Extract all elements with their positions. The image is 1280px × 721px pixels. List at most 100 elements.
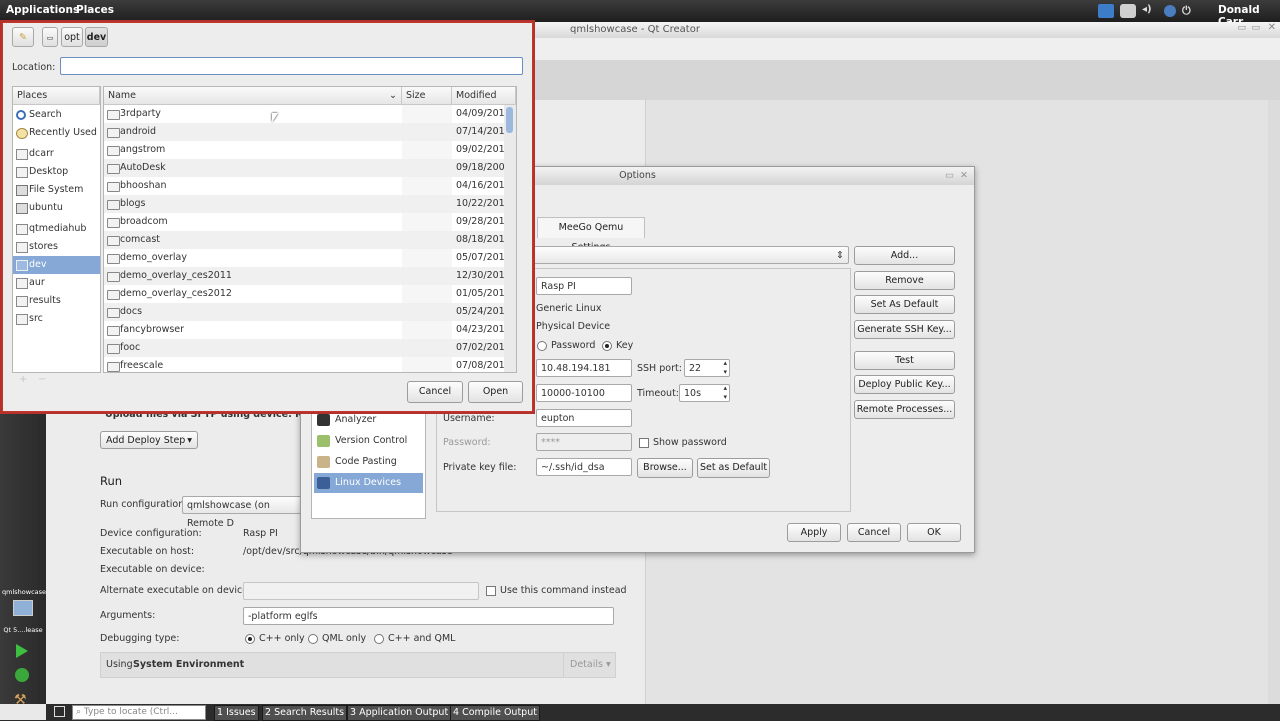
ok-button[interactable]: OK: [907, 523, 961, 542]
file-list-scrollbar[interactable]: [504, 105, 516, 372]
place-desktop[interactable]: Desktop: [13, 163, 100, 181]
edit-path-button[interactable]: ✎: [12, 27, 34, 47]
remove-device-button[interactable]: Remove: [854, 271, 955, 290]
password-field[interactable]: ****: [536, 433, 632, 451]
auth-key-radio[interactable]: Key: [602, 340, 633, 351]
place-dev[interactable]: dev: [13, 256, 100, 274]
browse-button[interactable]: Browse...: [637, 458, 693, 478]
host-field[interactable]: 10.48.194.181: [536, 359, 632, 377]
add-deploy-step-button[interactable]: Add Deploy Step ▾: [100, 431, 198, 449]
place-results[interactable]: results: [13, 292, 100, 310]
run-icon[interactable]: [16, 644, 28, 658]
close-icon[interactable]: ✕: [1268, 22, 1276, 33]
file-row[interactable]: freescale 07/08/2010: [104, 357, 516, 372]
toggle-sidebar-icon[interactable]: [54, 706, 65, 717]
file-row[interactable]: demo_overlay_ces2012 01/05/2012: [104, 285, 516, 303]
chat-icon[interactable]: [1120, 4, 1136, 18]
debug-both-radio[interactable]: C++ and QML: [374, 633, 455, 644]
scrollbar-thumb[interactable]: [506, 107, 513, 133]
applications-menu[interactable]: Applications: [6, 4, 79, 16]
private-key-field[interactable]: ~/.ssh/id_dsa: [536, 458, 632, 476]
location-input[interactable]: [60, 57, 523, 75]
path-button-opt[interactable]: opt: [61, 27, 83, 47]
file-row[interactable]: AutoDesk 09/18/2009: [104, 159, 516, 177]
file-row[interactable]: fooc 07/02/2010: [104, 339, 516, 357]
details-button[interactable]: Details ▾: [563, 653, 615, 677]
cancel-button[interactable]: Cancel: [407, 381, 463, 403]
nav-item-version-control[interactable]: Version Control: [314, 431, 423, 451]
maximize-icon[interactable]: ▭: [1251, 23, 1260, 33]
file-row[interactable]: bhooshan 04/16/2010: [104, 177, 516, 195]
output-tab-search-results[interactable]: 2 Search Results: [262, 705, 348, 721]
place-ubuntu[interactable]: ubuntu: [13, 199, 100, 217]
minimize-icon[interactable]: ▭: [1237, 23, 1246, 33]
browser-icon[interactable]: [1164, 5, 1176, 17]
file-row[interactable]: 3rdparty 04/09/2010: [104, 105, 516, 123]
close-icon[interactable]: ✕: [960, 167, 968, 185]
username-field[interactable]: eupton: [536, 409, 632, 427]
place-search[interactable]: Search: [13, 106, 100, 124]
auth-password-radio[interactable]: Password: [537, 340, 595, 351]
file-row[interactable]: broadcom 09/28/2011: [104, 213, 516, 231]
monitor-icon[interactable]: [13, 600, 33, 616]
remote-processes-button[interactable]: Remote Processes...: [854, 400, 955, 419]
nav-item-analyzer[interactable]: Analyzer: [314, 410, 423, 430]
right-scrollbar[interactable]: [1268, 100, 1280, 704]
place-qtmediahub[interactable]: qtmediahub: [13, 220, 100, 238]
place-dcarr[interactable]: dcarr: [13, 145, 100, 163]
arguments-field[interactable]: -platform eglfs: [243, 607, 614, 625]
config-name-field[interactable]: Rasp PI: [536, 277, 632, 295]
set-as-default-key-button[interactable]: Set as Default: [697, 458, 770, 478]
debug-cpp-radio[interactable]: C++ only: [245, 633, 305, 644]
apply-button[interactable]: Apply: [787, 523, 841, 542]
output-tab-compile-output[interactable]: 4 Compile Output: [450, 705, 540, 721]
column-name[interactable]: Name ⌄: [104, 87, 402, 105]
path-scroll-left-button[interactable]: ▭: [42, 27, 58, 47]
deploy-public-key-button[interactable]: Deploy Public Key...: [854, 375, 955, 394]
volume-icon[interactable]: ◂): [1142, 4, 1158, 18]
file-row[interactable]: demo_overlay_ces2011 12/30/2010: [104, 267, 516, 285]
place-src[interactable]: src: [13, 310, 100, 328]
ssh-port-spinbox[interactable]: 22 ▴ ▾: [684, 359, 730, 377]
device-config-select[interactable]: ⇕: [533, 246, 849, 264]
file-row[interactable]: blogs 10/22/2010: [104, 195, 516, 213]
tab-meego-qemu-settings[interactable]: MeeGo Qemu Settings: [537, 217, 645, 253]
remove-bookmark-icon[interactable]: −: [38, 374, 46, 385]
alt-exe-field[interactable]: [243, 582, 479, 600]
build-hammer-icon[interactable]: ⚒: [14, 692, 27, 708]
run-config-select[interactable]: qmlshowcase (on Remote D: [182, 496, 302, 529]
cancel-button[interactable]: Cancel: [847, 523, 901, 542]
place-stores[interactable]: stores: [13, 238, 100, 256]
nav-item-linux-devices[interactable]: Linux Devices: [314, 473, 423, 493]
place-file-system[interactable]: File System: [13, 181, 100, 199]
path-button-dev[interactable]: dev: [85, 27, 108, 47]
file-row[interactable]: comcast 08/18/2010: [104, 231, 516, 249]
places-menu[interactable]: Places: [76, 4, 114, 16]
test-button[interactable]: Test: [854, 351, 955, 370]
timeout-spinbox[interactable]: 10s ▴ ▾: [679, 384, 730, 402]
set-as-default-button[interactable]: Set As Default: [854, 295, 955, 314]
open-button[interactable]: Open: [468, 381, 523, 403]
output-tab-application-output[interactable]: 3 Application Output: [347, 705, 452, 721]
add-device-button[interactable]: Add...: [854, 246, 955, 265]
file-row[interactable]: docs 05/24/2010: [104, 303, 516, 321]
debug-qml-radio[interactable]: QML only: [308, 633, 366, 644]
show-password-checkbox[interactable]: Show password: [639, 437, 727, 448]
maximize-icon[interactable]: ▭: [945, 167, 954, 185]
file-row[interactable]: fancybrowser 04/23/2010: [104, 321, 516, 339]
locator-field[interactable]: ⌕ Type to locate (Ctrl...: [72, 705, 206, 720]
output-tab-issues[interactable]: 1 Issues: [214, 705, 259, 721]
file-row[interactable]: angstrom 09/02/2010: [104, 141, 516, 159]
generate-ssh-key-button[interactable]: Generate SSH Key...: [854, 320, 955, 339]
file-row[interactable]: android 07/14/2011: [104, 123, 516, 141]
debug-run-icon[interactable]: [15, 668, 29, 682]
nav-item-code-pasting[interactable]: Code Pasting: [314, 452, 423, 472]
place-aur[interactable]: aur: [13, 274, 100, 292]
add-bookmark-icon[interactable]: +: [19, 374, 27, 385]
network-icon[interactable]: [1098, 4, 1114, 18]
use-command-checkbox[interactable]: Use this command instead: [486, 585, 627, 596]
column-modified[interactable]: Modified: [452, 87, 516, 105]
file-row[interactable]: demo_overlay 05/07/2010: [104, 249, 516, 267]
place-recently-used[interactable]: Recently Used: [13, 124, 100, 142]
free-ports-field[interactable]: 10000-10100: [536, 384, 632, 402]
